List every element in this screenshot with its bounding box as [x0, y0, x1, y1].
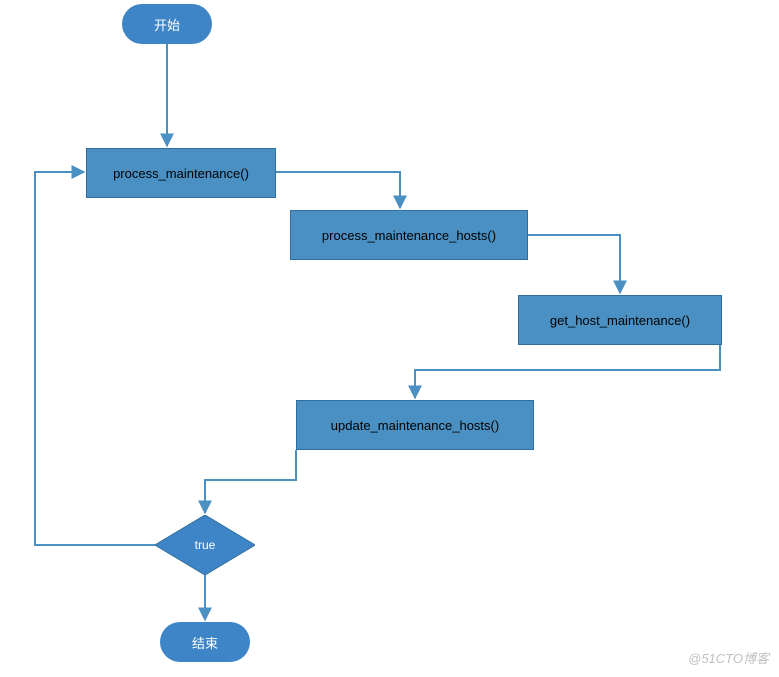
- get-host-maintenance-node: get_host_maintenance(): [518, 295, 722, 345]
- watermark: @51CTO博客: [688, 648, 769, 667]
- start-label: 开始: [154, 15, 180, 34]
- end-node: 结束: [160, 622, 250, 662]
- process-maintenance-hosts-label: process_maintenance_hosts(): [322, 228, 496, 243]
- process-maintenance-label: process_maintenance(): [113, 166, 249, 181]
- end-label: 结束: [192, 633, 218, 652]
- process-maintenance-node: process_maintenance(): [86, 148, 276, 198]
- decision-label: true: [155, 515, 255, 575]
- start-node: 开始: [122, 4, 212, 44]
- get-host-maintenance-label: get_host_maintenance(): [550, 313, 690, 328]
- update-maintenance-hosts-node: update_maintenance_hosts(): [296, 400, 534, 450]
- update-maintenance-hosts-label: update_maintenance_hosts(): [331, 418, 499, 433]
- process-maintenance-hosts-node: process_maintenance_hosts(): [290, 210, 528, 260]
- decision-node: true: [155, 515, 255, 575]
